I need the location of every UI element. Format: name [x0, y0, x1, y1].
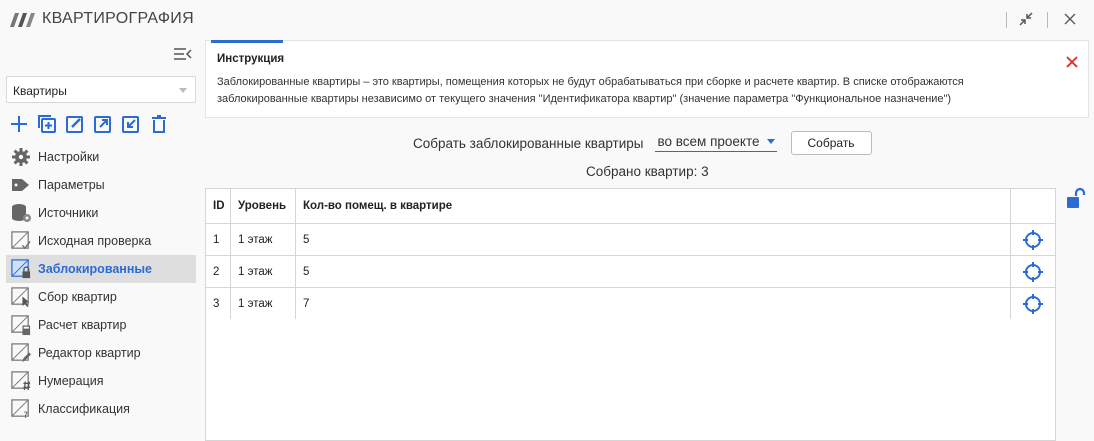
check-doc-icon — [10, 230, 32, 252]
app-title: КВАРТИРОГРАФИЯ — [42, 10, 194, 27]
edit-button[interactable] — [64, 113, 86, 135]
scope-dropdown[interactable]: во всем проекте — [655, 134, 777, 152]
unlock-icon[interactable] — [1066, 188, 1086, 210]
close-instruction-icon[interactable] — [1065, 55, 1079, 69]
mode-dropdown[interactable]: Квартиры — [6, 76, 196, 103]
edit-doc-icon — [10, 342, 32, 364]
add-copy-icon — [38, 115, 56, 133]
title-separator — [1047, 12, 1048, 28]
sidebar-item-label: Редактор квартир — [38, 346, 141, 360]
sidebar-item-label: Источники — [38, 206, 99, 220]
restore-icon[interactable] — [1015, 8, 1037, 30]
sidebar-item-2[interactable]: Параметры — [6, 171, 196, 199]
export-button[interactable] — [92, 113, 114, 135]
sidebar-item-5[interactable]: Заблокированные — [6, 255, 196, 283]
sidebar-item-label: Расчет квартир — [38, 318, 127, 332]
cell-id: 2 — [206, 256, 231, 287]
instruction-accent — [211, 40, 283, 43]
cell-level: 1 этаж — [231, 256, 296, 287]
chevron-down-icon — [766, 139, 775, 144]
tag-icon — [10, 174, 32, 196]
export-icon — [94, 116, 111, 133]
plus-icon — [11, 116, 27, 132]
cell-room-count: 5 — [296, 224, 1011, 255]
target-icon — [1023, 229, 1043, 250]
title-bar: КВАРТИРОГРАФИЯ — [0, 0, 1094, 38]
apartments-table: ID Уровень Кол-во помещ. в квартире 11 э… — [205, 188, 1056, 441]
sidebar-item-8[interactable]: Редактор квартир — [6, 339, 196, 367]
sidebar-item-label: Нумерация — [38, 374, 104, 388]
gear-icon — [10, 146, 32, 168]
instruction-heading: Инструкция — [217, 53, 285, 65]
header-id: ID — [206, 189, 231, 223]
scope-value: во всем проекте — [657, 134, 760, 149]
sidebar-item-7[interactable]: Расчет квартир — [6, 311, 196, 339]
instruction-text: Заблокированные квартиры – это квартиры,… — [217, 76, 964, 105]
add-button[interactable] — [8, 113, 30, 135]
sidebar-item-label: Сбор квартир — [38, 290, 117, 304]
locate-button[interactable] — [1011, 256, 1055, 287]
table-header: ID Уровень Кол-во помещ. в квартире — [206, 189, 1055, 223]
add-copy-button[interactable] — [36, 113, 58, 135]
sidebar-nav: Настройки Параметры Источники Исходная пров… — [6, 143, 196, 423]
target-icon — [1023, 293, 1043, 314]
mode-dropdown-value: Квартиры — [13, 84, 67, 98]
locked-doc-icon — [10, 258, 32, 280]
main-panel: Инструкция Заблокированные квартиры – эт… — [205, 38, 1094, 441]
collect-label: Собрать заблокированные квартиры — [413, 135, 644, 151]
edit-icon — [66, 116, 83, 133]
import-icon — [122, 116, 139, 133]
cell-room-count: 7 — [296, 288, 1011, 319]
collected-count: Собрано квартир: 3 — [586, 164, 709, 179]
cell-level: 1 этаж — [231, 288, 296, 319]
trash-icon — [152, 115, 166, 133]
sidebar-item-label: Заблокированные — [38, 262, 153, 276]
cell-room-count: 5 — [296, 256, 1011, 287]
question-doc-icon: ? — [10, 398, 32, 421]
svg-text:?: ? — [23, 411, 28, 420]
sidebar-item-3[interactable]: Источники — [6, 199, 196, 227]
sidebar-item-10[interactable]: ? Классификация — [6, 395, 196, 423]
sidebar-toolbar — [8, 111, 176, 137]
collapse-menu-icon[interactable] — [173, 46, 193, 62]
cell-id: 3 — [206, 288, 231, 319]
header-level: Уровень — [231, 189, 296, 223]
delete-button[interactable] — [148, 113, 170, 135]
cell-id: 1 — [206, 224, 231, 255]
title-separator — [1006, 12, 1007, 28]
close-window-icon[interactable] — [1059, 8, 1081, 30]
instruction-panel: Инструкция Заблокированные квартиры – эт… — [205, 40, 1089, 118]
table-row[interactable]: 11 этаж 5 — [206, 223, 1055, 255]
chevron-down-icon — [179, 88, 187, 93]
collect-row: Собрать заблокированные квартиры во всем… — [413, 131, 872, 155]
database-icon — [10, 202, 32, 224]
sidebar-item-label: Исходная проверка — [38, 234, 152, 248]
collect-doc-icon — [10, 286, 32, 308]
sidebar-item-label: Параметры — [38, 178, 105, 192]
header-room-count: Кол-во помещ. в квартире — [296, 189, 1011, 223]
sidebar-item-9[interactable]: Нумерация — [6, 367, 196, 395]
sidebar-item-label: Настройки — [38, 150, 100, 164]
sidebar-item-6[interactable]: Сбор квартир — [6, 283, 196, 311]
cell-level: 1 этаж — [231, 224, 296, 255]
sidebar-item-label: Классификация — [38, 402, 130, 416]
table-row[interactable]: 21 этаж 5 — [206, 255, 1055, 287]
locate-button[interactable] — [1011, 224, 1055, 255]
locate-button[interactable] — [1011, 288, 1055, 319]
sidebar-item-1[interactable]: Настройки — [6, 143, 196, 171]
calc-doc-icon — [10, 314, 32, 336]
table-row[interactable]: 31 этаж 7 — [206, 287, 1055, 319]
sidebar: Квартиры Настройки Параметры Источники И… — [0, 38, 205, 441]
import-button[interactable] — [120, 113, 142, 135]
app-window: КВАРТИРОГРАФИЯ Квартиры Настройки Параме… — [0, 0, 1094, 441]
header-action — [1011, 189, 1055, 223]
target-icon — [1023, 261, 1043, 282]
hash-doc-icon — [10, 370, 32, 392]
sidebar-item-4[interactable]: Исходная проверка — [6, 227, 196, 255]
app-logo-icon — [10, 13, 35, 27]
collect-button[interactable]: Собрать — [790, 131, 872, 155]
